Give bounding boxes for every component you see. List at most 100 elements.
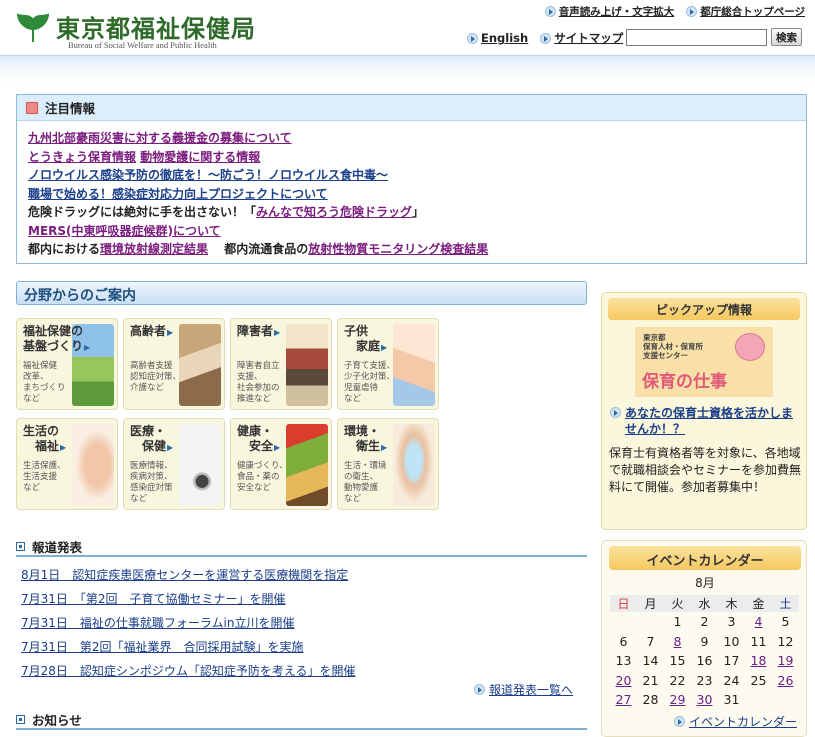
calendar-day[interactable]: 26 (772, 671, 799, 691)
notice-item: MERS(中東呼吸器症候群)について (28, 222, 806, 241)
calendar-day-link[interactable]: 8 (674, 634, 682, 649)
calendar-day-number: 12 (777, 633, 794, 649)
pickup-description: 保育士有資格者等を対象に、各地域で就職相談会やセミナーを参加費無料にて開催。参加… (609, 446, 802, 494)
arrow-right-icon (686, 6, 698, 17)
category-tile-children-family[interactable]: 子供 家庭▶ 子育て支援、 少子化対策、 児童虐待 など (337, 318, 439, 410)
calendar-day-link[interactable]: 18 (751, 653, 767, 668)
calendar-day[interactable]: 19 (772, 651, 799, 671)
press-list: 8月1日 認知症疾患医療センターを運営する医療機関を指定 7月31日 「第2回 子… (21, 566, 356, 686)
calendar-day (772, 690, 799, 710)
press-heading: 報道発表 (16, 537, 587, 557)
press-link[interactable]: 7月31日 「第2回 子育て協働セミナー」を開催 (21, 592, 286, 606)
category-description: 福祉保健 改革、 まちづくり など (23, 361, 66, 404)
page: 東京都福祉保健局 Bureau of Social Welfare and Pu… (0, 0, 815, 737)
calendar-day-link[interactable]: 19 (778, 653, 794, 668)
press-link[interactable]: 7月31日 福祉の仕事就職フォーラムin立川を開催 (21, 616, 295, 630)
press-link[interactable]: 7月31日 第2回「福祉業界 合同採用試験」を実施 (21, 640, 304, 654)
calendar-week-row: 27 28 29 30 31 (610, 690, 799, 710)
hoiku-banner[interactable]: 東京都 保育人材・保育所 支援センター 保育の仕事 (635, 327, 773, 397)
calendar-week-row: 20 21 22 23 24 25 26 (610, 671, 799, 691)
english-link[interactable]: English (467, 30, 528, 46)
category-tile-medical-health[interactable]: 医療・ 保健▶ 医療情報、 疾病対策、 感染症対策 など (123, 418, 225, 510)
notice-link[interactable]: みんなで知ろう危険ドラッグ (256, 205, 412, 219)
calendar-more-label: イベントカレンダー (688, 715, 797, 729)
category-tile-elderly[interactable]: 高齢者▶ 高齢者支援 認知症対策、 介護など (123, 318, 225, 410)
notice-header: 注目情報 (17, 95, 806, 121)
triangle-right-icon: ▶ (84, 343, 91, 352)
calendar-day[interactable]: 29 (664, 690, 691, 710)
pig-mascot-icon (735, 333, 765, 361)
accessibility-link[interactable]: 音声読み上げ・文字拡大 (544, 4, 674, 19)
weekday-cell: 水 (691, 595, 718, 612)
weekday-cell: 木 (718, 595, 745, 612)
search-input[interactable] (626, 29, 767, 46)
calendar-day: 28 (637, 690, 664, 710)
calendar-more-link[interactable]: イベントカレンダー (673, 713, 797, 730)
calendar-day-number: 3 (727, 614, 736, 630)
pickup-link[interactable]: あなたの保育士資格を活かしませんか！？ (610, 405, 797, 437)
search-button[interactable]: 検索 (771, 28, 802, 46)
calendar-day[interactable]: 30 (691, 690, 718, 710)
calendar-day[interactable]: 4 (745, 612, 772, 632)
calendar-day-link[interactable]: 20 (616, 673, 632, 688)
oshirase-heading: お知らせ (16, 710, 587, 730)
press-link[interactable]: 8月1日 認知症疾患医療センターを運営する医療機関を指定 (21, 568, 348, 582)
calendar-week-row: 13 14 15 16 17 18 19 (610, 651, 799, 671)
calendar-day-link[interactable]: 26 (778, 673, 794, 688)
category-photo (393, 424, 435, 506)
sitemap-link[interactable]: サイトマップ (540, 30, 623, 46)
category-photo (179, 324, 221, 406)
category-description: 生活・環境 の衛生、 動物愛護 など (344, 461, 387, 504)
category-tile-foundation[interactable]: 福祉保健の 基盤づくり▶ 福祉保健 改革、 まちづくり など (16, 318, 118, 410)
category-tile-livelihood[interactable]: 生活の 福祉▶ 生活保護、 生活支援 など (16, 418, 118, 510)
calendar-day: 9 (691, 632, 718, 652)
calendar-day[interactable]: 20 (610, 671, 637, 691)
notice-link[interactable]: 動物愛護に関する情報 (140, 150, 260, 164)
press-item: 7月31日 第2回「福祉業界 合同採用試験」を実施 (21, 638, 356, 662)
nav-links: English サイトマップ (467, 30, 623, 46)
notice-text: 都内における (28, 242, 101, 256)
arrow-right-icon (544, 6, 556, 17)
tocho-top-link[interactable]: 都庁総合トップページ (686, 4, 805, 19)
notice-link[interactable]: 九州北部豪雨災害に対する義援金の募集について (28, 131, 292, 145)
notice-link[interactable]: 職場で始める！感染症対応力向上プロジェクトについて (28, 187, 328, 201)
calendar-day-number: 2 (700, 614, 709, 630)
category-description: 障害者自立 支援、 社会参加の 推進など (237, 361, 280, 404)
calendar-day-link[interactable]: 29 (670, 692, 686, 707)
category-tile-disabled[interactable]: 障害者▶ 障害者自立 支援、 社会参加の 推進など (230, 318, 332, 410)
notice-text: 」 (412, 205, 425, 219)
notice-link[interactable]: 環境放射線測定結果 (100, 242, 208, 256)
press-link[interactable]: 7月28日 認知症シンポジウム「認知症予防を考える」を開催 (21, 664, 356, 678)
calendar-day (745, 690, 772, 710)
calendar-day: 13 (610, 651, 637, 671)
calendar-day-link[interactable]: 30 (697, 692, 713, 707)
calendar-day[interactable]: 18 (745, 651, 772, 671)
calendar-day[interactable]: 27 (610, 690, 637, 710)
calendar-day (610, 612, 637, 632)
calendar-day-link[interactable]: 4 (755, 614, 763, 629)
press-more-link[interactable]: 報道発表一覧へ (474, 681, 573, 698)
category-tile-environment-hygiene[interactable]: 環境・ 衛生▶ 生活・環境 の衛生、 動物愛護 など (337, 418, 439, 510)
notice-link[interactable]: 放射性物質モニタリング検査結果 (308, 242, 488, 256)
ginkgo-leaf-icon (16, 13, 50, 42)
calendar-day: 10 (718, 632, 745, 652)
calendar-title: イベントカレンダー (609, 546, 801, 570)
notice-link[interactable]: ノロウイルス感染予防の徹底を！～防ごう！ノロウイルス食中毒～ (28, 168, 388, 182)
notice-text: 危険ドラッグには絶対に手を出さない！「 (28, 205, 257, 219)
category-title: 高齢者▶ (130, 324, 174, 338)
category-description: 健康づくり、 食品・薬の 安全など (237, 461, 288, 493)
calendar-day-number: 31 (723, 692, 740, 708)
calendar-day: 2 (691, 612, 718, 632)
calendar-day-link[interactable]: 27 (616, 692, 632, 707)
category-title: 生活の 福祉▶ (23, 424, 67, 453)
notice-item: ノロウイルス感染予防の徹底を！～防ごう！ノロウイルス食中毒～ (28, 166, 806, 185)
square-icon (16, 541, 25, 551)
notice-link[interactable]: MERS(中東呼吸器症候群)について (28, 224, 221, 238)
calendar-day[interactable]: 8 (664, 632, 691, 652)
calendar-table: 日月火水木金土 1 2 3 4 5 6 7 8 9 10 11 12 13 14 15 16 17 18 19 20 21… (610, 595, 799, 710)
categories-heading: 分野からのご案内 (16, 281, 587, 305)
category-tile-health-safety[interactable]: 健康・ 安全▶ 健康づくり、 食品・薬の 安全など (230, 418, 332, 510)
notice-link[interactable]: とうきょう保育情報 (28, 150, 136, 164)
notice-item: とうきょう保育情報 動物愛護に関する情報 (28, 148, 806, 167)
calendar-day-number: 9 (700, 633, 709, 649)
